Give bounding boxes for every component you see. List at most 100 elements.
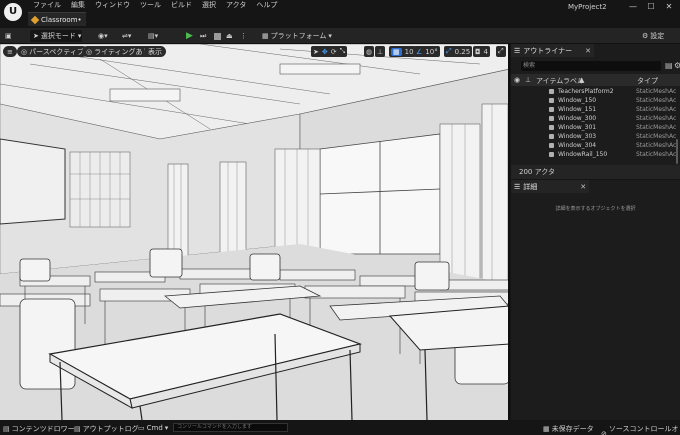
perspective-button[interactable]: ◎ パースペクティブ (17, 46, 88, 57)
surface-snap-toggle[interactable]: ⊥ (375, 46, 386, 57)
outliner-row[interactable]: Window_300 StaticMeshAc (511, 114, 680, 123)
menu-select[interactable]: 選択 (197, 0, 221, 10)
menu-edit[interactable]: 編集 (66, 0, 90, 10)
add-content-icon: ◉▾ (98, 32, 108, 40)
visibility-eye-icon[interactable]: ◉ (514, 76, 520, 84)
details-title: 詳細 (523, 182, 538, 191)
outliner-row[interactable]: Window_301 StaticMeshAc (511, 123, 680, 132)
lighting-button[interactable]: ◎ ライティングあり (82, 46, 154, 57)
save-button[interactable]: ▣ (5, 30, 12, 42)
column-type[interactable]: タイプ (637, 76, 658, 86)
settings-button[interactable]: ⚙ 設定 (642, 30, 664, 42)
platform-icon: ▦ (262, 32, 269, 40)
outliner-row[interactable]: WindowRail_150 StaticMeshAc (511, 150, 680, 159)
menu-window[interactable]: ウィンドウ (90, 0, 135, 10)
platforms-dropdown[interactable]: ▦ プラットフォーム ▾ (262, 30, 332, 42)
menu-build[interactable]: ビルド (166, 0, 197, 10)
menu-bar: ファイル 編集 ウィンドウ ツール ビルド 選択 アクタ ヘルプ (28, 0, 282, 10)
scale-snap-value: 0.25 (454, 47, 471, 56)
add-content-button[interactable]: ◉▾ (98, 30, 108, 42)
details-tab[interactable]: ☰ 詳細 ✕ (511, 180, 590, 193)
blueprint-button[interactable]: ⇌▾ (122, 30, 131, 42)
maximize-icon: ⤢ (498, 47, 504, 55)
source-control-button[interactable]: ⊘ ソースコントロールオフ (601, 424, 680, 435)
play-button[interactable]: ▶ (186, 30, 193, 42)
rotate-tool-icon[interactable]: ⟳ (331, 48, 337, 56)
maximize-viewport-button[interactable]: ⤢ (496, 46, 506, 57)
outliner-row[interactable]: Window_304 StaticMeshAc (511, 141, 680, 150)
show-button[interactable]: 表示 (144, 46, 166, 57)
outliner-scrollbar[interactable] (676, 139, 678, 164)
select-tool-icon[interactable]: ➤ (313, 48, 319, 56)
output-log-label: アウトプットログ (82, 425, 139, 433)
level-viewport[interactable]: ≡ ◎ パースペクティブ ◎ ライティングあり 表示 ➤ ✥ ⟳ ⤡ ◍ ⊥ ▦… (0, 44, 510, 420)
title-bar: U ファイル 編集 ウィンドウ ツール ビルド 選択 アクタ ヘルプ Class… (0, 0, 680, 28)
cursor-icon: ➤ (33, 32, 39, 40)
actor-name: Window_301 (558, 124, 597, 131)
blueprint-icon: ⇌▾ (122, 32, 132, 40)
stop-button[interactable] (214, 30, 221, 42)
maximize-button[interactable]: ☐ (644, 2, 658, 12)
cmd-dropdown[interactable]: ▭ Cmd ▾ (138, 424, 168, 432)
eject-icon: ⏏ (226, 32, 233, 40)
settings-gear-icon[interactable]: ⚙ (674, 61, 680, 70)
lighting-icon: ◎ (86, 47, 93, 56)
lighting-label: ライティングあり (94, 47, 150, 56)
close-icon[interactable]: ✕ (580, 183, 586, 191)
details-icon: ☰ (514, 182, 521, 191)
chevron-down-icon: ▾ (77, 32, 82, 40)
outliner-row[interactable]: TeachersPlatform2 StaticMeshAc (511, 87, 680, 96)
unsaved-data-button[interactable]: ▦ 未保存データ (543, 424, 594, 434)
content-drawer-button[interactable]: ▤ コンテンツドロワー (3, 424, 75, 434)
folder-add-icon[interactable]: ▤ (665, 61, 673, 70)
outliner-tab[interactable]: ☰ アウトライナー ✕ (511, 44, 595, 57)
classroom-scene (0, 44, 508, 420)
save-icon: ▣ (5, 32, 12, 40)
chevron-down-icon: ▾ (328, 32, 332, 40)
minimize-button[interactable]: — (626, 2, 640, 12)
skip-button[interactable]: ⏭ (200, 30, 206, 42)
outliner-row[interactable]: Window_150 StaticMeshAc (511, 96, 680, 105)
actor-type: StaticMeshAc (636, 115, 677, 122)
actor-name: Window_303 (558, 133, 597, 140)
outliner-search-input[interactable]: 検索 (521, 61, 661, 71)
console-command-input[interactable]: コンソールコマンドを入力します (173, 423, 288, 432)
settings-label: 設定 (650, 32, 665, 40)
play-options-button[interactable]: ⋮ (240, 30, 247, 42)
status-bar: ▤ コンテンツドロワー ▤ アウトプットログ ▭ Cmd ▾ コンソールコマンド… (0, 420, 680, 435)
grid-icon: ▦ (391, 47, 402, 56)
content-drawer-label: コンテンツドロワー (11, 425, 75, 433)
menu-file[interactable]: ファイル (28, 0, 66, 10)
menu-help[interactable]: ヘルプ (251, 0, 282, 10)
level-tab[interactable]: Classroom• (28, 12, 86, 26)
outliner-row[interactable]: Window_303 StaticMeshAc (511, 132, 680, 141)
outliner-row[interactable]: Window_151 StaticMeshAc (511, 105, 680, 114)
cinematics-button[interactable]: ▤▾ (148, 30, 158, 42)
camera-speed-button[interactable]: ◘ 4 (473, 46, 491, 57)
clapper-icon: ▤▾ (148, 32, 159, 40)
actor-name: Window_304 (558, 142, 597, 149)
output-log-button[interactable]: ▤ アウトプットログ (74, 424, 139, 434)
eject-button[interactable]: ⏏ (226, 30, 233, 42)
translate-tool-icon[interactable]: ✥ (322, 48, 328, 56)
static-mesh-icon (549, 143, 554, 148)
angle-icon: ∠ (416, 47, 423, 56)
static-mesh-icon (549, 125, 554, 130)
selection-mode-dropdown[interactable]: ➤ 選択モード ▾ (30, 30, 82, 42)
world-local-toggle[interactable]: ◍ (364, 46, 375, 57)
scale-tool-icon[interactable]: ⤡ (340, 47, 346, 56)
chevron-down-icon: ▾ (164, 424, 169, 432)
column-item-label[interactable]: アイテムラベル (536, 76, 584, 86)
pin-icon[interactable]: ⊥ (525, 76, 531, 84)
actor-name: TeachersPlatform2 (558, 88, 614, 95)
viewport-menu-button[interactable]: ≡ (3, 46, 17, 57)
close-window-button[interactable]: ✕ (662, 2, 676, 12)
close-icon[interactable]: ✕ (585, 47, 591, 55)
grid-snap-toggle[interactable]: ▦ 10 (389, 46, 416, 57)
menu-actor[interactable]: アクタ (221, 0, 251, 10)
scale-snap-toggle[interactable]: ⤢ 0.25 (444, 46, 473, 57)
menu-tools[interactable]: ツール (135, 0, 166, 10)
rotation-snap-toggle[interactable]: ∠ 10° (414, 46, 440, 57)
outliner-icon: ☰ (514, 46, 521, 55)
level-icon (30, 15, 40, 24)
